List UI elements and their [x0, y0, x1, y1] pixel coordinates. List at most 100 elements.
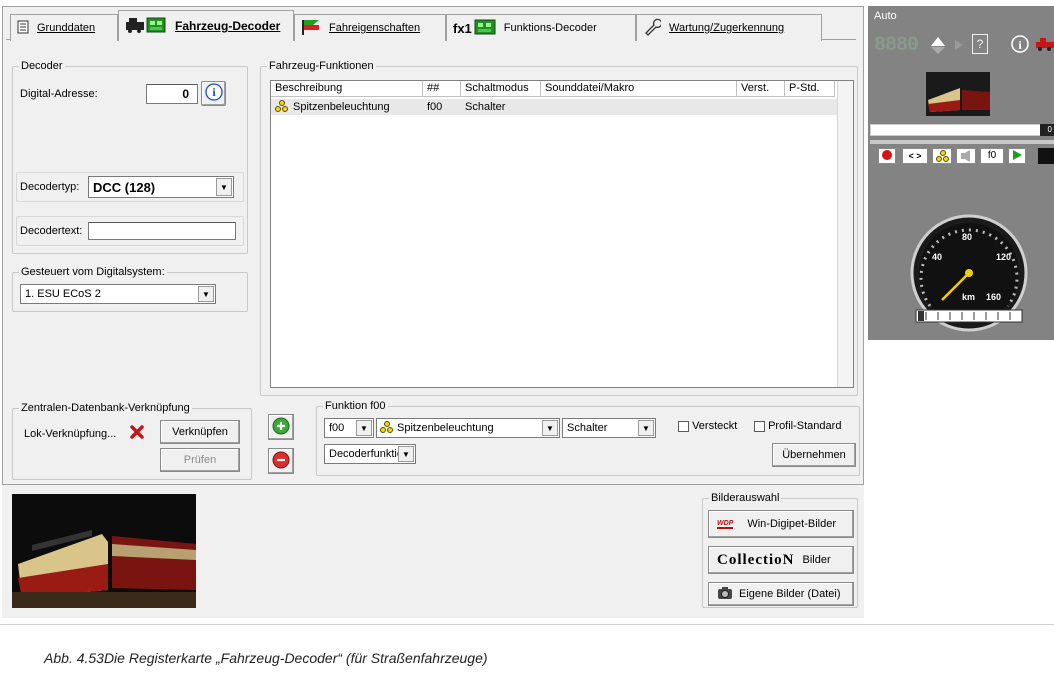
camera-icon: [717, 586, 733, 603]
wdp-logo-icon: WDP: [717, 519, 734, 529]
profile-checkbox[interactable]: Profil-Standard: [754, 420, 841, 432]
direction-icon[interactable]: [928, 34, 948, 54]
divider: [0, 624, 1054, 625]
function-edit-legend: Funktion f00: [323, 400, 388, 412]
plus-icon: [272, 417, 290, 438]
arrow-right-icon: [954, 38, 964, 55]
tab-label: Grunddaten: [37, 22, 96, 34]
decoder-legend: Decoder: [19, 60, 65, 72]
tab-label: Funktions-Decoder: [503, 22, 597, 34]
speaker-icon: [957, 150, 975, 166]
fx1-decoder-icon: [474, 19, 496, 38]
address-field[interactable]: 0: [146, 84, 198, 104]
add-function-button[interactable]: [268, 414, 294, 440]
apply-button[interactable]: Übernehmen: [772, 443, 856, 467]
speed-slider[interactable]: [870, 124, 1054, 136]
tab-funktions-decoder[interactable]: fx1 Funktions-Decoder: [446, 14, 636, 41]
lok-link-label: Lok-Verknüpfung...: [24, 428, 117, 440]
play-icon: [1012, 149, 1022, 163]
functions-table[interactable]: Beschreibung ## Schaltmodus Sounddatei/M…: [270, 80, 854, 388]
function-name-select[interactable]: Spitzenbeleuchtung ▼: [376, 418, 560, 438]
check-button[interactable]: Prüfen: [160, 448, 240, 472]
decodertype-value: DCC (128): [93, 179, 156, 195]
light-function-button[interactable]: [932, 148, 952, 164]
speedo-tick-120: 120: [996, 252, 1012, 262]
light-bulbs-icon: [936, 150, 950, 164]
fx1-prefix: fx1: [453, 20, 472, 36]
tab-fahrzeug-decoder[interactable]: Fahrzeug-Decoder: [118, 10, 294, 41]
decodertype-select[interactable]: DCC (128) ▼: [88, 176, 234, 198]
digital-system-select[interactable]: 1. ESU ECoS 2 ▼: [20, 284, 216, 304]
function-mode-select[interactable]: Schalter ▼: [562, 418, 656, 438]
light-bulbs-icon: [275, 100, 289, 114]
images-legend: Bilderauswahl: [709, 492, 782, 504]
tab-bar: Grunddaten Fahrzeug-Decoder Fahreigensch…: [6, 10, 856, 41]
function-number-value: f00: [329, 422, 345, 434]
wdp-images-button[interactable]: WDP Win-Digipet-Bilder: [708, 510, 854, 538]
chevron-down-icon: ▼: [198, 286, 214, 302]
cell-nr: f00: [427, 101, 443, 113]
cell-modus: Schalter: [465, 101, 506, 113]
wdp-label: Win-Digipet-Bilder: [747, 518, 836, 530]
chevron-down-icon: ▼: [216, 178, 232, 196]
decodertype-label: Decodertyp:: [20, 181, 80, 193]
unlinked-x-icon: [129, 424, 145, 443]
figure-caption: Abb. 4.53Die Registerkarte „Fahrzeug-Dec…: [44, 650, 488, 666]
own-images-label: Eigene Bilder (Datei): [739, 588, 841, 600]
functions-legend: Fahrzeug-Funktionen: [267, 60, 376, 72]
decodertext-field[interactable]: [88, 222, 236, 240]
tab-fahreigenschaften[interactable]: Fahreigenschaften: [294, 14, 446, 41]
address-display: 8880: [874, 34, 919, 57]
hidden-check[interactable]: [678, 420, 689, 432]
f0-button[interactable]: f0: [980, 148, 1004, 164]
col-schaltmodus[interactable]: Schaltmodus: [461, 81, 541, 97]
col-nr[interactable]: ##: [423, 81, 461, 97]
digital-system-value: 1. ESU ECoS 2: [25, 288, 101, 300]
speed-value: 0: [1040, 124, 1054, 136]
col-pstd[interactable]: P-Std.: [785, 81, 835, 97]
table-scrollbar[interactable]: [837, 81, 853, 387]
collection-label: Bilder: [802, 554, 831, 566]
cell-beschreibung: Spitzenbeleuchtung: [293, 101, 390, 113]
question-icon[interactable]: ?: [972, 34, 988, 54]
collection-logo-icon: CollectioN: [717, 551, 795, 568]
link-button[interactable]: Verknüpfen: [160, 420, 240, 444]
col-sounddatei[interactable]: Sounddatei/Makro: [541, 81, 737, 97]
tab-wartung[interactable]: Wartung/Zugerkennung: [636, 14, 822, 41]
info-circle-icon[interactable]: i: [1010, 34, 1030, 57]
table-row[interactable]: Spitzenbeleuchtung f00 Schalter: [271, 99, 837, 115]
tab-label: Fahreigenschaften: [329, 22, 421, 34]
locomotive-image: [12, 494, 196, 608]
decodertext-label: Decodertext:: [20, 225, 83, 237]
digital-system-legend: Gesteuert vom Digitalsystem:: [19, 266, 167, 278]
tab-grunddaten[interactable]: Grunddaten: [10, 14, 118, 41]
hidden-label: Versteckt: [692, 420, 738, 432]
remove-function-button[interactable]: [268, 448, 294, 474]
record-button[interactable]: [878, 148, 896, 164]
chevron-down-icon: ▼: [398, 446, 414, 462]
flag-icon: [301, 18, 321, 39]
col-beschreibung[interactable]: Beschreibung: [271, 81, 423, 97]
minus-icon: [272, 451, 290, 472]
hidden-checkbox[interactable]: Versteckt: [678, 420, 737, 432]
light-bulbs-icon: [380, 421, 394, 435]
function-number-select[interactable]: f00 ▼: [324, 418, 374, 438]
col-verst[interactable]: Verst.: [737, 81, 785, 97]
chevron-down-icon: ▼: [356, 420, 372, 436]
play-button[interactable]: [1008, 148, 1026, 164]
tab-label: Wartung/Zugerkennung: [669, 22, 785, 34]
record-icon: [882, 149, 892, 163]
tab-label: Fahrzeug-Decoder: [175, 19, 281, 33]
function-type-select[interactable]: Decoderfunktion ▼: [324, 444, 416, 464]
sound-function-button[interactable]: [956, 148, 976, 164]
speedo-tick-160: 160: [986, 292, 1002, 302]
slider-track: [870, 140, 1054, 144]
speedo-tick-80: 80: [962, 232, 973, 242]
collection-images-button[interactable]: CollectioN Bilder: [708, 546, 854, 574]
own-images-button[interactable]: Eigene Bilder (Datei): [708, 582, 854, 606]
info-button[interactable]: i: [201, 81, 226, 106]
profile-check[interactable]: [754, 420, 765, 432]
document-icon: [17, 20, 29, 37]
profile-label: Profil-Standard: [768, 420, 842, 432]
direction-toggle-button[interactable]: < >: [902, 148, 928, 164]
